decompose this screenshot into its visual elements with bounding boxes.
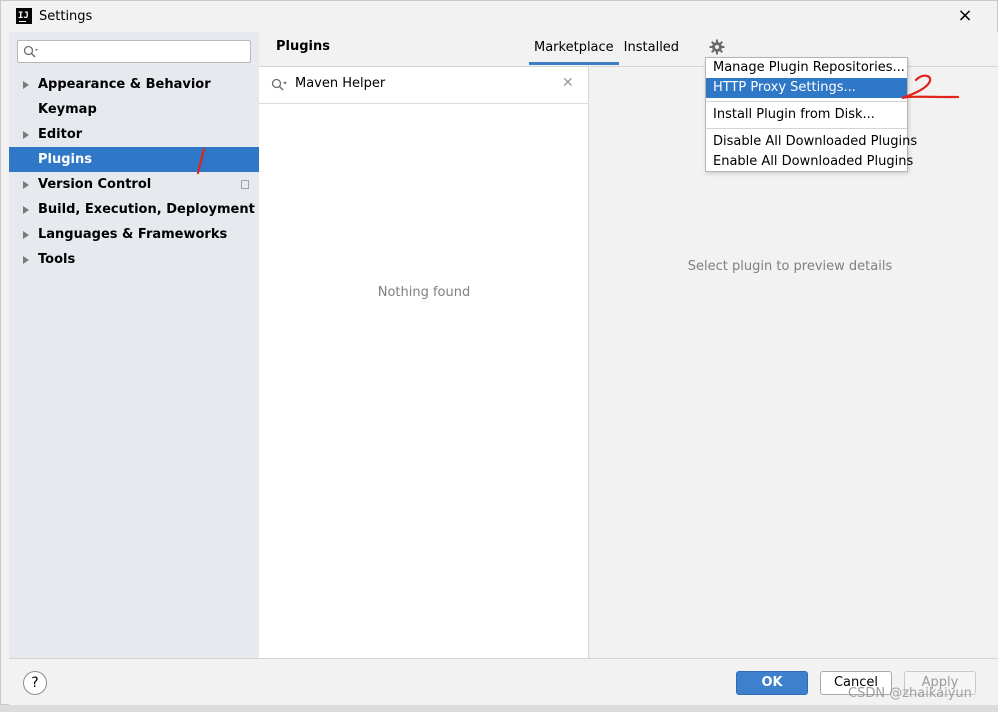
sidebar-item-version-control[interactable]: Version Control [9,172,259,197]
clear-search-icon[interactable]: ✕ [562,75,574,91]
expand-arrow-icon[interactable] [23,256,29,264]
expand-arrow-icon[interactable] [23,81,29,89]
sidebar-item-languages-frameworks[interactable]: Languages & Frameworks [9,222,259,247]
page-title: Plugins [276,39,330,54]
settings-search-input[interactable] [42,43,242,60]
gear-icon[interactable] [709,39,725,55]
search-icon [271,78,287,91]
sidebar-item-tools[interactable]: Tools [9,247,259,272]
sidebar-item-label: Appearance & Behavior [38,77,211,92]
project-settings-icon [239,178,249,189]
expand-arrow-icon[interactable] [23,231,29,239]
window-title: Settings [39,9,93,24]
sidebar-item-appearance-behavior[interactable]: Appearance & Behavior [9,72,259,97]
preview-hint: Select plugin to preview details [687,259,893,274]
expand-arrow-icon[interactable] [23,206,29,214]
sidebar-item-build-execution-deployment[interactable]: Build, Execution, Deployment [9,197,259,222]
plugin-search-input[interactable]: Maven Helper [295,76,385,91]
menu-separator [706,128,907,129]
menu-item-manage-repositories[interactable]: Manage Plugin Repositories... [706,58,907,78]
menu-item-http-proxy-settings[interactable]: HTTP Proxy Settings... [706,78,907,98]
annotation-mark-1 [196,147,206,175]
plugin-list-pane: Maven Helper ✕ Nothing found [259,66,589,658]
intellij-app-icon: IJ [16,8,32,24]
sidebar-item-label: Editor [38,127,83,142]
sidebar-item-label: Tools [38,252,76,267]
menu-separator [706,101,907,102]
plugin-settings-menu: Manage Plugin Repositories... HTTP Proxy… [705,57,917,172]
help-button[interactable]: ? [23,671,47,695]
expand-arrow-icon[interactable] [23,131,29,139]
title-bar: IJ Settings × [1,1,997,32]
plugin-search-field[interactable]: Maven Helper ✕ [259,67,589,104]
tab-marketplace[interactable]: Marketplace [529,32,619,65]
sidebar-item-plugins[interactable]: Plugins [9,147,259,172]
settings-nav-list: Appearance & Behavior Keymap Editor Plug… [9,72,259,272]
search-icon [23,45,38,58]
menu-item-enable-all-downloaded[interactable]: Enable All Downloaded Plugins [706,152,913,172]
tab-installed[interactable]: Installed [619,32,684,65]
close-icon[interactable]: × [957,6,973,26]
sidebar-item-label: Languages & Frameworks [38,227,228,242]
sidebar-item-label: Plugins [38,152,92,167]
sidebar-item-keymap[interactable]: Keymap [9,97,259,122]
watermark-text: CSDN @zhaikaiyun [848,686,972,701]
settings-search-field[interactable] [17,40,251,63]
settings-sidebar: Appearance & Behavior Keymap Editor Plug… [9,32,259,658]
menu-item-disable-all-downloaded[interactable]: Disable All Downloaded Plugins [706,132,917,152]
plugin-tabs: Marketplace Installed [529,32,684,65]
empty-results-message: Nothing found [377,285,471,300]
sidebar-item-label: Version Control [38,177,152,192]
annotation-mark-2 [901,74,960,100]
ok-button[interactable]: OK [736,671,808,695]
menu-item-install-from-disk[interactable]: Install Plugin from Disk... [706,105,907,125]
sidebar-item-editor[interactable]: Editor [9,122,259,147]
sidebar-item-label: Keymap [38,102,97,117]
sidebar-item-label: Build, Execution, Deployment [38,202,255,217]
expand-arrow-icon[interactable] [23,181,29,189]
background-strip [0,705,998,712]
